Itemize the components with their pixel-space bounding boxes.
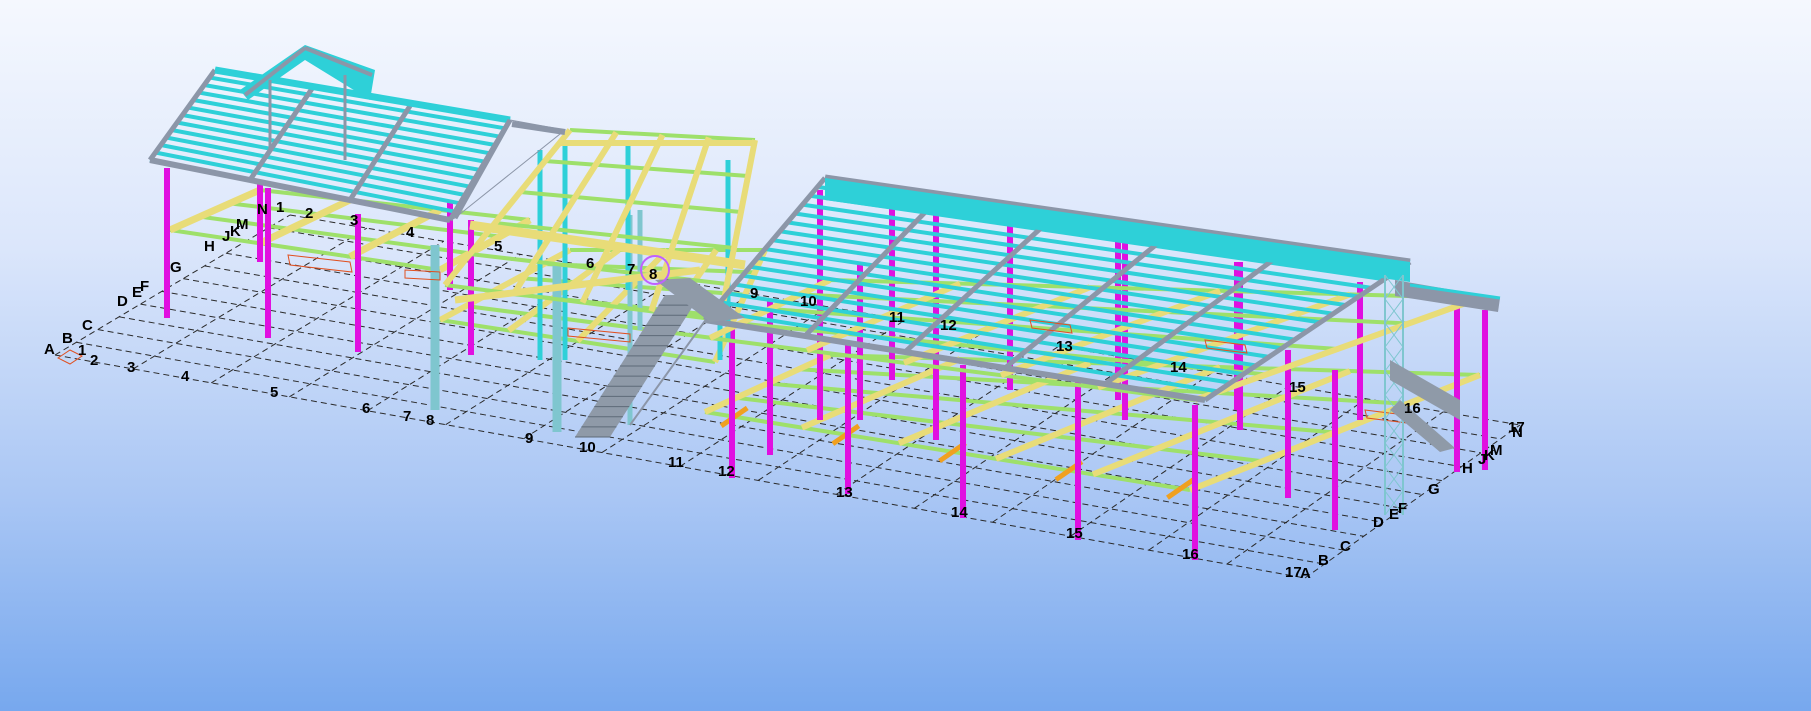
grid-label-number-upper: 17 <box>1508 419 1525 436</box>
grid-label-number-upper: 6 <box>586 255 594 272</box>
grid-label-letter-right: M <box>1490 442 1503 459</box>
roof-purlin[interactable] <box>155 150 456 214</box>
grid-label-number-upper: 8 <box>649 266 657 283</box>
grid-label-number-front: 9 <box>525 430 533 447</box>
grid-label-number-upper: 13 <box>1056 338 1073 355</box>
grid-label-number-upper: 10 <box>800 293 817 310</box>
grid-label-number-upper: 12 <box>940 317 957 334</box>
grid-label-number-upper: 5 <box>494 238 502 255</box>
grid-label-number-upper: 15 <box>1289 379 1306 396</box>
grid-label-letter-left: B <box>62 330 73 347</box>
grid-label-letter-left: M <box>236 216 249 233</box>
grid-label-number-upper: 11 <box>889 309 905 326</box>
grid-label-number-front: 4 <box>181 368 190 385</box>
grid-line-letter <box>119 316 1364 537</box>
grid-label-number-front: 3 <box>127 359 135 376</box>
grid-label-number-front: 5 <box>270 384 278 401</box>
grid-label-letter-right: F <box>1398 500 1407 517</box>
grid-label-number-front: 8 <box>426 412 434 429</box>
grid-label-letter-right: A <box>1300 565 1311 582</box>
grid-label-number-front: 1 <box>78 342 86 359</box>
grid-label-number-upper: 14 <box>1170 359 1187 376</box>
grid-label-number-front: 14 <box>951 504 968 521</box>
grid-label-number-upper: 9 <box>750 285 758 302</box>
grid-label-letter-left: G <box>170 259 182 276</box>
grid-label-letter-right: D <box>1373 514 1384 531</box>
grid-line-number <box>210 240 445 384</box>
grid-label-letter-left: C <box>82 317 93 334</box>
grid-label-letter-right: G <box>1428 481 1440 498</box>
roof-overhang[interactable] <box>511 121 566 135</box>
grid-label-letter-left: D <box>117 293 128 310</box>
grid-label-letter-right: H <box>1462 460 1473 477</box>
grid-label-number-front: 15 <box>1066 525 1083 542</box>
grid-label-letter-left: F <box>140 278 149 295</box>
grid-label-number-front: 16 <box>1182 546 1199 563</box>
grid-label-letter-left: A <box>44 341 55 358</box>
grid-label-letter-right: B <box>1318 552 1329 569</box>
grid-label-number-upper: 16 <box>1404 400 1421 417</box>
grid-label-letter-right: C <box>1340 538 1351 555</box>
grid-label-number-upper: 3 <box>350 212 358 229</box>
grid-label-number-front: 7 <box>403 408 411 425</box>
grid-label-number-front: 6 <box>362 400 370 417</box>
grid-label-number-upper: 2 <box>305 205 313 222</box>
grid-label-letter-left: H <box>204 238 215 255</box>
grid-label-number-front: 12 <box>718 463 735 480</box>
model-viewport[interactable]: 1 2 3 4 5 6 7 8 9 10 11 12 13 14 15 16 17 A B C D E F G H J K M N A B C… <box>0 0 1811 711</box>
grid-label-number-front: 2 <box>90 352 98 369</box>
structural-model-3d-view[interactable]: 12 3456 7 891011121314151617ABCDEFGHJ KMNABC… <box>0 0 1811 711</box>
grid-label-number-front: 13 <box>836 484 853 501</box>
grid-label-number-upper: 4 <box>406 224 415 241</box>
grid-label-number-front: 10 <box>579 439 596 456</box>
grid-line-number <box>54 214 291 356</box>
grid-label-number-upper: 7 <box>627 261 635 278</box>
grid-label-number-upper: 1 <box>276 199 284 216</box>
grid-label-letter-left: N <box>257 201 268 218</box>
left-lower-floor-beam[interactable] <box>259 188 531 222</box>
grid-label-number-front: 11 <box>668 454 684 471</box>
